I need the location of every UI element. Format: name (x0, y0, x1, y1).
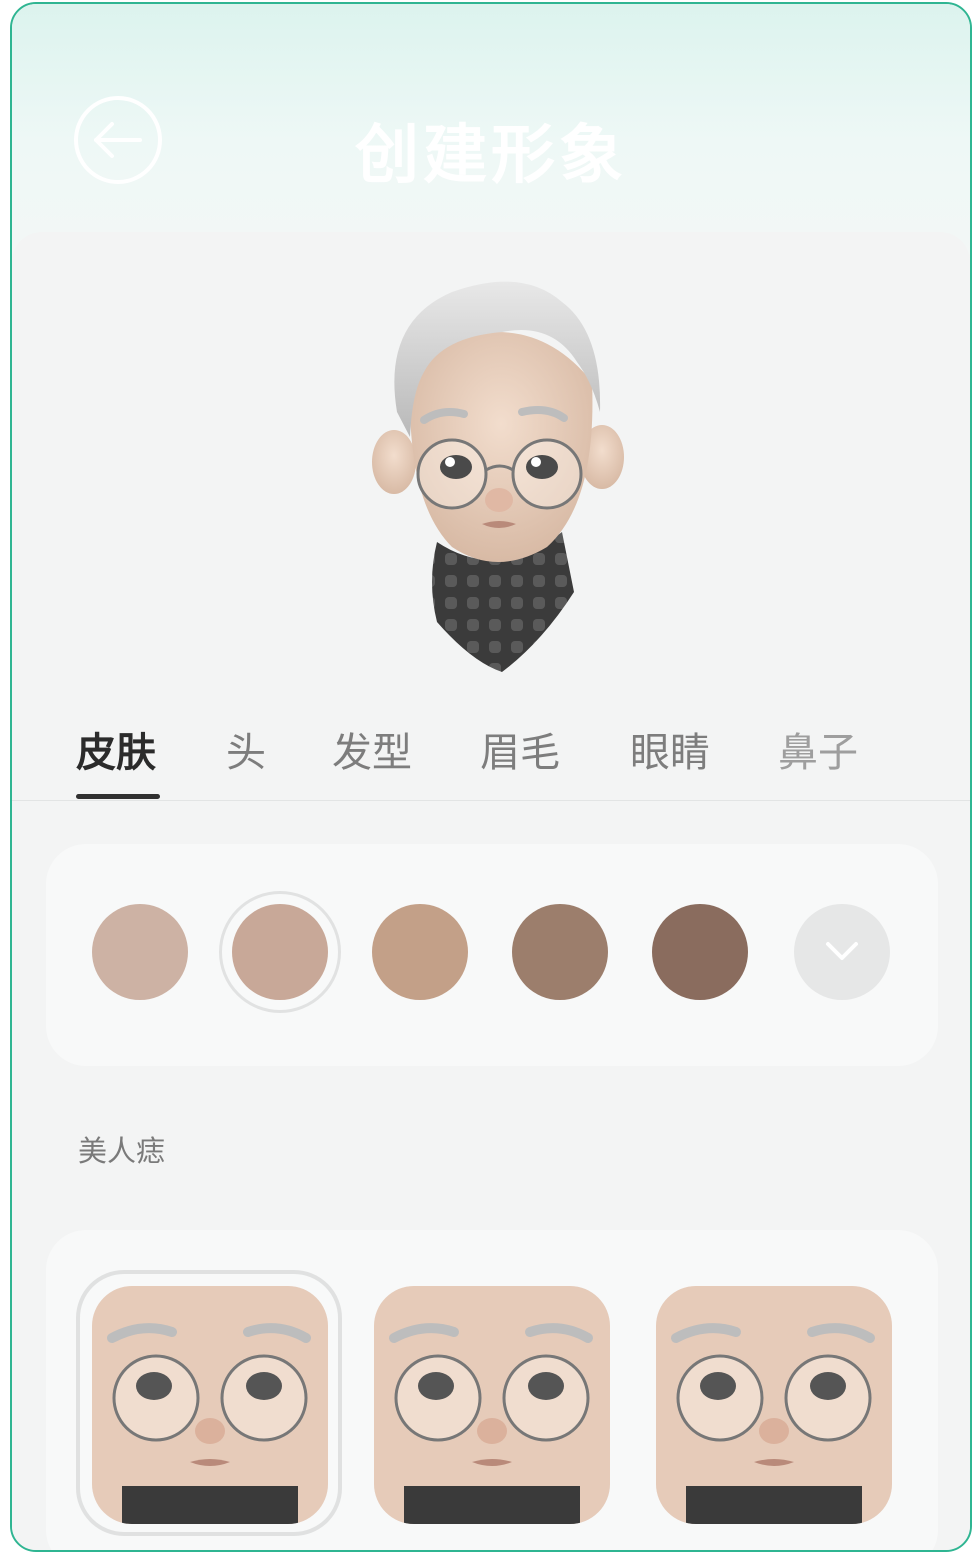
tab-nose[interactable]: 鼻子 (778, 720, 858, 778)
skin-tone-swatch[interactable] (372, 904, 468, 1000)
app-frame: 创建形象 皮肤 头 发型 眉毛 眼睛 鼻子 美人痣 (10, 2, 972, 1552)
tab-hairstyle[interactable]: 发型 (332, 720, 412, 778)
mole-option-none[interactable] (92, 1286, 328, 1524)
avatar-face-thumbnail (374, 1286, 610, 1524)
avatar-face-thumbnail (92, 1286, 328, 1524)
skin-tone-picker (46, 844, 938, 1066)
tab-eyes[interactable]: 眼睛 (630, 720, 710, 778)
skin-tone-swatch[interactable] (652, 904, 748, 1000)
mole-option-1[interactable] (374, 1286, 610, 1524)
avatar-preview (372, 281, 624, 672)
page-title: 创建形象 (355, 119, 627, 193)
active-tab-indicator (76, 794, 160, 799)
category-tabs: 皮肤 头 发型 眉毛 眼睛 鼻子 (12, 704, 970, 801)
mole-option-2[interactable] (656, 1286, 892, 1524)
more-colors-button[interactable] (794, 904, 890, 1000)
tab-skin[interactable]: 皮肤 (76, 720, 156, 778)
mole-options (46, 1230, 938, 1550)
header: 创建形象 (12, 4, 970, 254)
skin-tone-swatch[interactable] (92, 904, 188, 1000)
tab-head[interactable]: 头 (226, 720, 266, 778)
mole-section-title: 美人痣 (78, 1134, 166, 1168)
skin-tone-swatch[interactable] (232, 904, 328, 1000)
skin-tone-swatch[interactable] (512, 904, 608, 1000)
chevron-down-icon (826, 942, 858, 960)
avatar-face-thumbnail (656, 1286, 892, 1524)
tab-eyebrows[interactable]: 眉毛 (480, 720, 560, 778)
